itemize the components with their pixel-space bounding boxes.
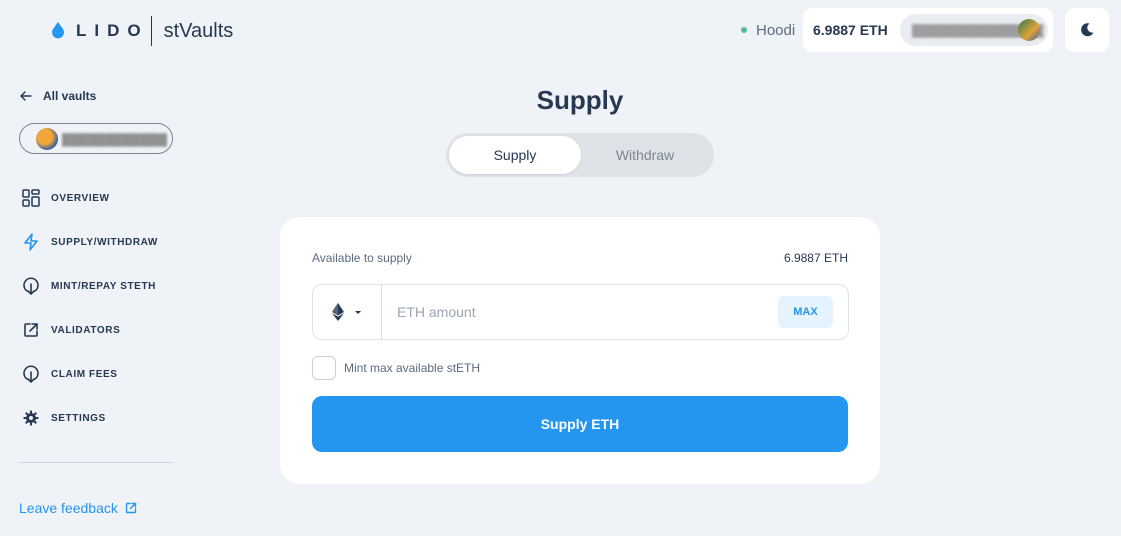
available-to-supply-value: 6.9887 ETH [783, 251, 848, 265]
vault-avatar [36, 127, 58, 150]
vault-selector[interactable]: ▓▓▓▓▓▓▓▓▓▓▓▓ [19, 123, 173, 154]
vault-name-redacted: ▓▓▓▓▓▓▓▓▓▓▓▓ [62, 131, 167, 146]
app-name: stVaults [163, 19, 234, 42]
lido-logo[interactable]: LIDO stVaults [50, 16, 233, 46]
network-name: Hoodi [756, 21, 796, 39]
tab-withdraw[interactable]: Withdraw [579, 136, 711, 174]
theme-toggle-button[interactable] [1065, 8, 1109, 52]
lightning-icon [22, 233, 40, 251]
supply-eth-button[interactable]: Supply ETH [312, 396, 848, 452]
moon-icon [1081, 23, 1094, 37]
external-link-icon [125, 502, 137, 514]
logo-divider [150, 16, 152, 46]
wallet-avatar [1018, 19, 1040, 41]
logo-wordmark: LIDO [76, 21, 149, 40]
sidebar-item-supply-withdraw[interactable]: SUPPLY/WITHDRAW [22, 230, 158, 254]
all-vaults-link[interactable]: All vaults [19, 87, 96, 105]
chevron-down-icon [355, 311, 361, 314]
external-icon [22, 321, 40, 339]
tab-supply[interactable]: Supply [449, 136, 581, 174]
supply-withdraw-switch: Supply Withdraw [446, 133, 714, 177]
token-selector[interactable] [313, 285, 382, 339]
eth-icon [332, 303, 344, 321]
supply-card: Available to supply 6.9887 ETH MAX Mint … [280, 217, 880, 484]
max-button[interactable]: MAX [778, 296, 833, 328]
amount-input-box: MAX [312, 284, 849, 340]
sidebar-item-label: SETTINGS [51, 412, 106, 424]
leave-feedback-link[interactable]: Leave feedback [19, 498, 137, 518]
sidebar-item-mint-repay[interactable]: MINT/REPAY STETH [22, 274, 158, 298]
claim-icon [22, 365, 40, 383]
gear-icon [22, 409, 40, 427]
sidebar-item-label: CLAIM FEES [51, 368, 118, 380]
arrow-left-icon [20, 91, 32, 101]
leave-feedback-label: Leave feedback [19, 500, 118, 516]
mint-max-checkbox[interactable] [312, 356, 336, 380]
mint-max-label: Mint max available stETH [344, 361, 481, 375]
lido-drop-icon [52, 22, 64, 39]
sidebar-nav: OVERVIEW SUPPLY/WITHDRAW MINT/REPAY STET… [22, 186, 158, 450]
wallet-button[interactable]: 6.9887 ETH ▓▓▓▓▓▓▓▓▓▓▓▓▓▓▓ [803, 8, 1053, 52]
sidebar-item-label: VALIDATORS [51, 324, 121, 336]
wallet-address[interactable]: ▓▓▓▓▓▓▓▓▓▓▓▓▓▓▓ [900, 14, 1048, 46]
sidebar-item-overview[interactable]: OVERVIEW [22, 186, 158, 210]
sidebar-item-label: SUPPLY/WITHDRAW [51, 236, 158, 248]
grid-icon [22, 189, 40, 207]
available-to-supply-label: Available to supply [312, 251, 412, 265]
network-indicator[interactable]: Hoodi [741, 21, 795, 39]
eth-amount-input[interactable] [397, 301, 777, 323]
sidebar-item-settings[interactable]: SETTINGS [22, 406, 158, 430]
page-title: Supply [536, 85, 624, 115]
wallet-balance: 6.9887 ETH [813, 22, 888, 38]
sidebar-item-claim-fees[interactable]: CLAIM FEES [22, 362, 158, 386]
sidebar-divider [19, 462, 173, 463]
network-status-dot [741, 27, 747, 33]
all-vaults-label: All vaults [43, 89, 97, 103]
mint-icon [22, 277, 40, 295]
mint-max-option: Mint max available stETH [312, 356, 480, 380]
sidebar-item-validators[interactable]: VALIDATORS [22, 318, 158, 342]
sidebar-item-label: MINT/REPAY STETH [51, 280, 156, 292]
sidebar-item-label: OVERVIEW [51, 192, 110, 204]
